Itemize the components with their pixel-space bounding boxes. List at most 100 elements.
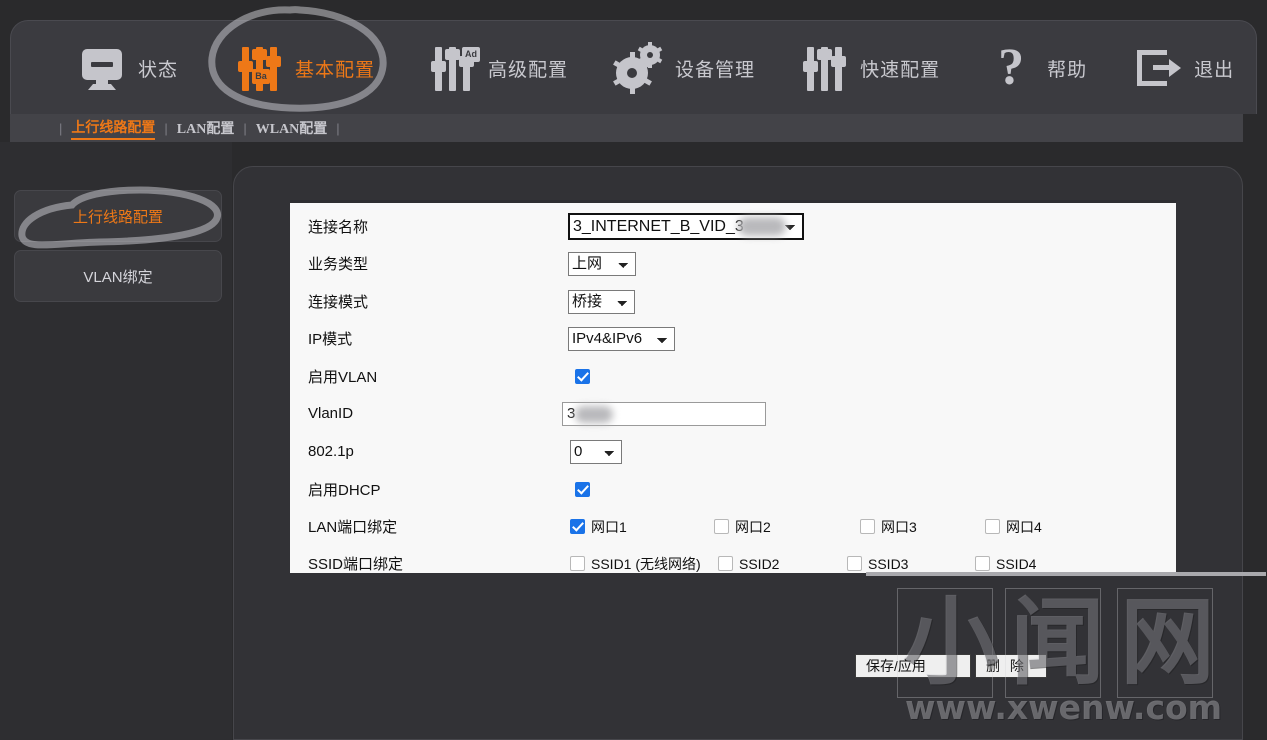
connection-settings-form: 连接名称 3_INTERNET_B_VID_3 业务类型 上网 连接模式 桥接 … [290,200,1176,573]
nav-item-logout[interactable]: 退出 [1127,21,1238,115]
top-nav-items: 状态 Ba 基本配置 Ad 高级配置 设备管理 快速配置 ? 帮助 退出 [11,21,1256,115]
ssid-port-3[interactable]: SSID3 [847,556,908,572]
lan-port-3-label: 网口3 [881,518,917,535]
left-sidebar: 上行线路配置 VLAN绑定 [0,142,232,740]
nav-label-device-management: 设备管理 [675,59,756,81]
nav-item-status[interactable]: 状态 [71,21,182,115]
question-mark-icon: ? [998,39,1025,96]
badge-ad: Ad [462,47,481,62]
subnav-separator-3: | [336,120,340,136]
control-dot1p: 0 [570,439,622,464]
nav-label-help: 帮助 [1047,59,1088,81]
subnav-item-uplink-config[interactable]: 上行线路配置 [71,117,156,140]
subnav-item-lan-config[interactable]: LAN配置 [177,118,235,138]
nav-item-device-management[interactable]: 设备管理 [608,21,759,115]
lan-port-2-label: 网口2 [735,518,771,535]
nav-label-quick-config: 快速配置 [860,59,941,81]
label-ssid-binding: SSID端口绑定 [308,556,404,573]
gears-icon [612,41,666,95]
form-row-lan-binding: LAN端口绑定 网口1 网口2 网口3 网口4 [290,508,1176,546]
form-row-enable-dhcp: 启用DHCP [290,471,1176,509]
enable-vlan-checkbox[interactable] [575,369,590,385]
nav-item-advanced-config[interactable]: Ad 高级配置 [421,21,572,115]
ssid-port-1-label: SSID1 (无线网络) [591,555,701,572]
label-ip-mode: IP模式 [308,331,353,349]
control-connection-mode: 桥接 [568,289,635,314]
subnav-item-wlan-config[interactable]: WLAN配置 [256,118,328,138]
lan-port-4-checkbox[interactable] [985,519,1000,535]
nav-item-basic-config[interactable]: Ba 基本配置 [228,21,379,115]
badge-ba: Ba [252,69,271,84]
control-service-type: 上网 [568,251,636,276]
control-vlan-id [562,401,766,426]
nav-label-logout: 退出 [1194,59,1235,81]
form-row-connection-name: 连接名称 3_INTERNET_B_VID_3 [290,208,1176,246]
ssid-port-2-checkbox[interactable] [718,556,733,572]
label-dot1p: 802.1p [308,443,354,461]
control-ip-mode: IPv4&IPv6 [568,326,675,351]
connection-mode-select[interactable]: 桥接 [568,289,635,314]
label-service-type: 业务类型 [308,256,369,274]
sidebar-item-vlan-binding[interactable]: VLAN绑定 [14,250,222,302]
control-enable-vlan [575,369,590,385]
page-root: 状态 Ba 基本配置 Ad 高级配置 设备管理 快速配置 ? 帮助 退出 | 上… [0,0,1267,740]
ssid-port-2[interactable]: SSID2 [718,556,779,572]
lan-port-4-label: 网口4 [1006,518,1042,535]
nav-label-advanced-config: 高级配置 [488,59,569,81]
subnav-separator-0: | [59,120,63,136]
lan-port-1[interactable]: 网口1 [570,517,627,537]
ip-mode-select[interactable]: IPv4&IPv6 [568,326,675,351]
redaction-vlan-id [575,405,613,423]
ssid-port-3-label: SSID3 [868,555,909,572]
delete-button[interactable]: 删 除 [975,654,1047,678]
lan-port-3-checkbox[interactable] [860,519,875,535]
control-enable-dhcp [575,482,590,498]
ssid-port-4-checkbox[interactable] [975,556,990,572]
form-row-service-type: 业务类型 上网 [290,245,1176,283]
nav-label-basic-config: 基本配置 [295,59,376,81]
label-connection-mode: 连接模式 [308,294,369,312]
form-row-enable-vlan: 启用VLAN [290,358,1176,396]
enable-dhcp-checkbox[interactable] [575,482,590,498]
sidebar-item-uplink-config[interactable]: 上行线路配置 [14,190,222,242]
ssid-port-1[interactable]: SSID1 (无线网络) [570,554,701,573]
lan-port-3[interactable]: 网口3 [860,517,917,537]
form-row-vlan-id: VlanID [290,395,1176,433]
form-row-connection-mode: 连接模式 桥接 [290,283,1176,321]
subnav-separator-1: | [164,120,168,136]
label-lan-binding: LAN端口绑定 [308,519,398,537]
ssid-port-4-label: SSID4 [996,555,1037,572]
ssid-port-2-label: SSID2 [739,555,780,572]
exit-icon [1131,41,1185,95]
lan-port-4[interactable]: 网口4 [985,517,1042,537]
label-vlan-id: VlanID [308,405,354,423]
redaction-connection-name [738,217,786,237]
monitor-icon [75,41,129,95]
ssid-port-1-checkbox[interactable] [570,556,585,572]
horizontal-scrollbar[interactable] [866,572,1266,576]
save-apply-button[interactable]: 保存/应用 [855,654,971,678]
sub-nav-bar: | 上行线路配置 | LAN配置 | WLAN配置 | [10,114,1243,142]
control-connection-name: 3_INTERNET_B_VID_3 [568,213,804,241]
nav-item-help[interactable]: ? 帮助 [980,21,1091,115]
sliders-advanced-icon: Ad [425,41,481,95]
sliders-basic-icon: Ba [232,41,286,95]
lan-port-1-label: 网口1 [591,518,627,535]
lan-port-2-checkbox[interactable] [714,519,729,535]
ssid-port-4[interactable]: SSID4 [975,556,1036,572]
dot1p-select[interactable]: 0 [570,439,622,464]
nav-label-status: 状态 [138,59,179,81]
form-top-border [290,200,1176,203]
nav-item-quick-config[interactable]: 快速配置 [793,21,944,115]
form-row-ssid-binding: SSID端口绑定 SSID1 (无线网络) SSID2 SSID3 SSID4 [290,545,1176,573]
top-nav-bar: 状态 Ba 基本配置 Ad 高级配置 设备管理 快速配置 ? 帮助 退出 [10,20,1257,114]
ssid-port-3-checkbox[interactable] [847,556,862,572]
subnav-separator-2: | [243,120,247,136]
lan-port-2[interactable]: 网口2 [714,517,771,537]
form-row-ip-mode: IP模式 IPv4&IPv6 [290,320,1176,358]
form-row-dot1p: 802.1p 0 [290,433,1176,471]
label-connection-name: 连接名称 [308,219,369,237]
label-enable-vlan: 启用VLAN [308,369,378,387]
lan-port-1-checkbox[interactable] [570,519,585,535]
service-type-select[interactable]: 上网 [568,251,636,276]
